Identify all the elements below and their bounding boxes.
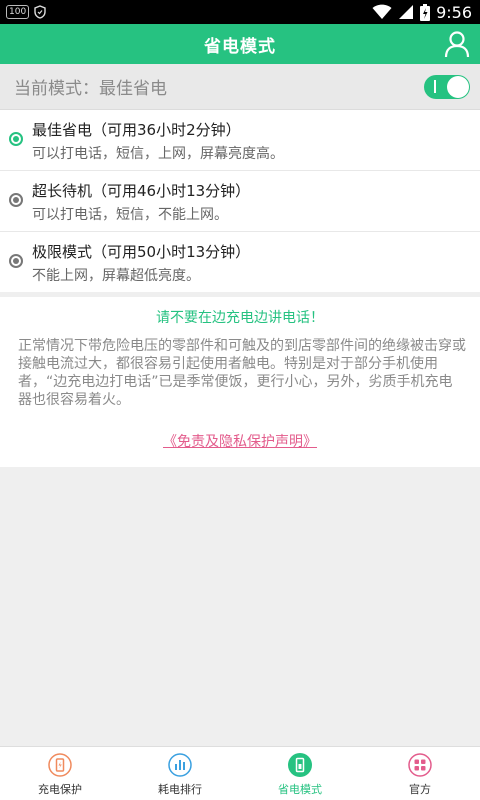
battery-charge-icon [48,753,72,777]
option-extreme[interactable]: 极限模式（可用50小时13分钟） 不能上网，屏幕超低亮度。 [0,232,480,292]
option-desc: 可以打电话，短信，上网，屏幕亮度高。 [32,146,284,162]
notification-chip: 100 [6,5,30,19]
option-long-standby[interactable]: 超长待机（可用46小时13分钟） 可以打电话，短信，不能上网。 [0,171,480,232]
battery-icon [420,3,431,21]
tab-power-rank[interactable]: 耗电排行 [120,747,240,800]
warning-card: 请不要在边充电边讲电话！ 正常情况下带危险电压的零部件和可触及的到店零部件间的绝… [0,297,480,467]
signal-icon [399,5,414,19]
bottom-nav: 充电保护 耗电排行 省电模式 官方 [0,746,480,800]
tab-power-save-mode[interactable]: 省电模式 [240,747,360,800]
privacy-statement-link[interactable]: 《免责及隐私保护声明》 [0,431,480,451]
app-header: 省电模式 [0,24,480,64]
nav-label: 官方 [409,783,431,796]
grid-apps-icon [408,753,432,777]
status-right: 9:56 [372,3,472,22]
status-bar: 100 9:56 [0,0,480,24]
option-title: 最佳省电（可用36小时2分钟） [32,121,241,139]
power-save-toggle[interactable] [424,75,470,99]
toggle-on-mark [434,80,436,93]
radio-icon[interactable] [9,193,23,207]
toggle-knob [447,76,469,98]
wifi-icon [372,4,392,19]
nav-label: 充电保护 [38,783,82,796]
warning-title: 请不要在边充电边讲电话！ [156,310,324,326]
page-title: 省电模式 [204,36,276,57]
option-desc: 可以打电话，短信，不能上网。 [32,207,228,223]
warning-body: 正常情况下带危险电压的零部件和可触及的到店零部件间的绝缘被击穿或接触电流过大，都… [18,338,466,408]
power-save-icon [288,753,312,777]
option-desc: 不能上网，屏幕超低亮度。 [32,268,200,284]
option-title: 极限模式（可用50小时13分钟） [32,243,251,261]
tab-official[interactable]: 官方 [360,747,480,800]
radio-icon[interactable] [9,254,23,268]
nav-label: 省电模式 [278,783,322,796]
user-icon[interactable] [444,30,470,58]
clock: 9:56 [436,2,472,22]
option-best-save[interactable]: 最佳省电（可用36小时2分钟） 可以打电话，短信，上网，屏幕亮度高。 [0,110,480,171]
tab-charge-protect[interactable]: 充电保护 [0,747,120,800]
mode-options-list: 最佳省电（可用36小时2分钟） 可以打电话，短信，上网，屏幕亮度高。 超长待机（… [0,110,480,292]
current-mode-bar: 当前模式：最佳省电 [0,64,480,110]
option-title: 超长待机（可用46小时13分钟） [32,182,251,200]
nav-label: 耗电排行 [158,783,202,796]
shield-icon [34,5,46,19]
bar-chart-icon [168,753,192,777]
status-left: 100 [6,5,47,19]
current-mode-label: 当前模式：最佳省电 [14,79,167,99]
radio-selected-icon[interactable] [9,132,23,146]
